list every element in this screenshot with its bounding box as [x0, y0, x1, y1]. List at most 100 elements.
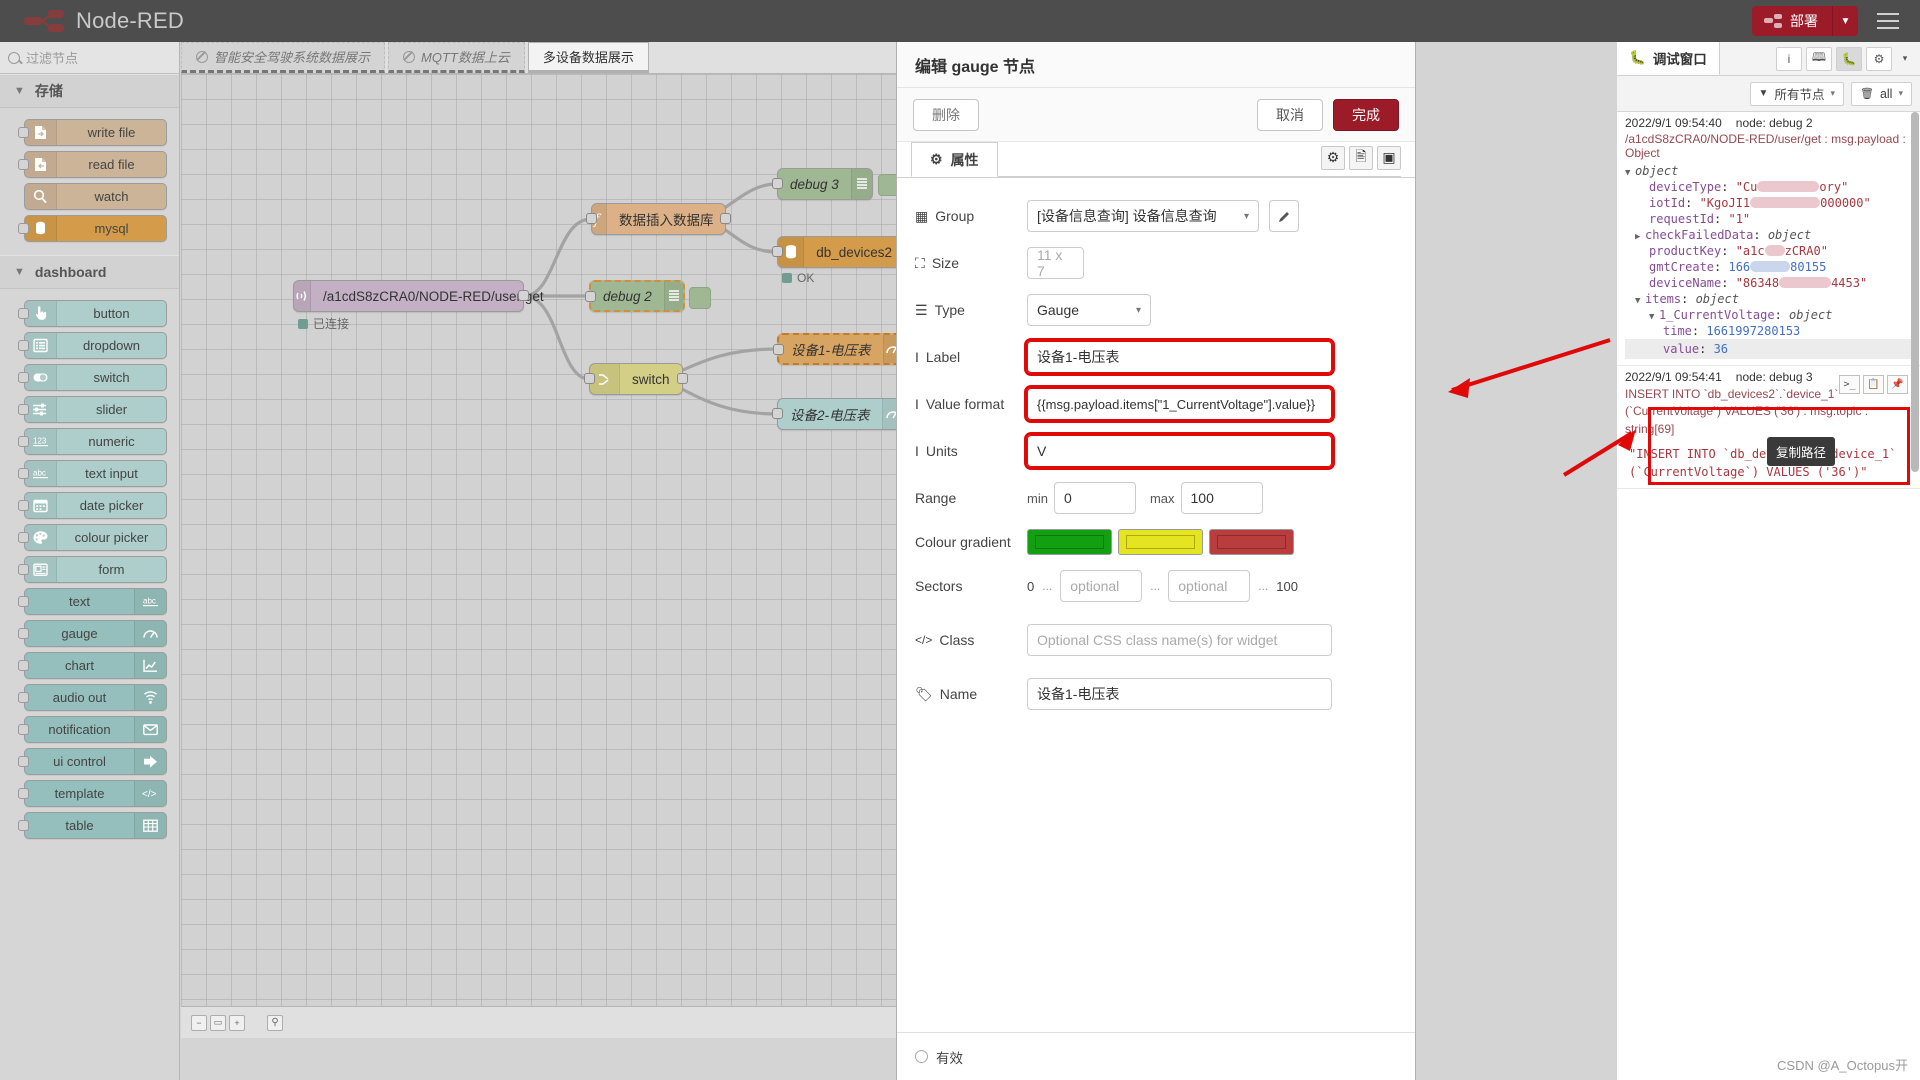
range-min-input[interactable]: 0: [1053, 482, 1136, 514]
main-menu-button[interactable]: [1866, 3, 1910, 39]
debug-object-row[interactable]: gmtCreate: 166 80155: [1625, 259, 1912, 275]
collapse-triangle-icon[interactable]: ▼: [1649, 312, 1659, 322]
flow-node-debug-3[interactable]: debug 3: [772, 168, 896, 200]
flow-tab-1[interactable]: MQTT数据上云: [388, 42, 525, 73]
debug-message[interactable]: 2022/9/1 09:54:40 node: debug 2 /a1cdS8z…: [1617, 112, 1920, 394]
node-port[interactable]: [18, 820, 29, 831]
palette-node-button[interactable]: button: [18, 300, 167, 327]
palette-category-header[interactable]: ▼ dashboard: [0, 255, 179, 289]
flow-canvas[interactable]: /a1cdS8zCRA0/NODE-RED/user/get 已连接 f 数据插…: [181, 74, 896, 1006]
debug-object-row[interactable]: iotId: "KgoJI1 000000": [1625, 195, 1912, 211]
gradient-swatch-0[interactable]: [1027, 529, 1112, 555]
node-port[interactable]: [18, 468, 29, 479]
palette-node-mysql[interactable]: mysql: [18, 215, 167, 242]
zoom-out-button[interactable]: −: [191, 1014, 207, 1031]
palette-node-gauge[interactable]: gauge: [18, 620, 167, 647]
tab-debug-window[interactable]: 🐛 调试窗口: [1617, 42, 1720, 75]
navigator-controls[interactable]: − ▭ +: [191, 1014, 245, 1031]
node-port[interactable]: [18, 404, 29, 415]
debug-object-row[interactable]: requestId: "1": [1625, 211, 1912, 227]
expand-triangle-icon[interactable]: ▶: [1635, 232, 1645, 242]
palette-node-text[interactable]: text abc: [18, 588, 167, 615]
deploy-dropdown-caret[interactable]: ▼: [1832, 6, 1858, 36]
palette-node-template[interactable]: template </>: [18, 780, 167, 807]
node-port[interactable]: [18, 340, 29, 351]
node-port[interactable]: [18, 756, 29, 767]
expand-triangle-icon[interactable]: ▼: [1625, 168, 1635, 178]
node-input-port[interactable]: [586, 213, 597, 224]
node-port[interactable]: [18, 500, 29, 511]
debug-toggle-button[interactable]: [878, 174, 896, 196]
node-port[interactable]: [18, 596, 29, 607]
debug-object-row[interactable]: ▶ checkFailedData: object: [1625, 227, 1912, 243]
debug-object-row[interactable]: value: 36: [1625, 339, 1912, 359]
debug-object-root[interactable]: ▼ object: [1625, 163, 1912, 179]
appearance-icon-button[interactable]: ▣: [1377, 145, 1401, 170]
palette-node-dropdown[interactable]: dropdown: [18, 332, 167, 359]
tab-properties[interactable]: ⚙ 属性: [911, 142, 998, 177]
palette-node-colour-picker[interactable]: colour picker: [18, 524, 167, 551]
debug-message[interactable]: 2022/9/1 09:54:41 node: debug 3 INSERT I…: [1617, 366, 1920, 490]
help-tab-button[interactable]: 🕮: [1806, 46, 1832, 71]
collapse-triangle-icon[interactable]: ▼: [1635, 296, 1645, 306]
node-port[interactable]: [18, 628, 29, 639]
palette-category-header[interactable]: ▼ 存储: [0, 74, 179, 108]
size-input[interactable]: 11 x 7: [1027, 247, 1084, 279]
done-button[interactable]: 完成: [1333, 98, 1399, 131]
debug-object-row[interactable]: ▼ items: object: [1625, 291, 1912, 307]
node-input-port[interactable]: [584, 373, 595, 384]
value-format-input[interactable]: {{msg.payload.items["1_CurrentVoltage"].…: [1024, 385, 1335, 423]
settings-icon-button[interactable]: ⚙: [1321, 145, 1345, 170]
node-input-port[interactable]: [772, 246, 783, 257]
gradient-swatch-1[interactable]: [1118, 529, 1203, 555]
node-output-port[interactable]: [720, 213, 731, 224]
flow-node-gauge-device1[interactable]: 设备1-电压表: [773, 333, 896, 365]
deploy-button[interactable]: 部署: [1752, 6, 1832, 36]
clear-log-button[interactable]: 🗑 all ▾: [1850, 81, 1912, 106]
flow-node-debug-2[interactable]: debug 2: [585, 280, 711, 312]
palette-node-notification[interactable]: notification: [18, 716, 167, 743]
palette-node-ui-control[interactable]: ui control: [18, 748, 167, 775]
palette-node-numeric[interactable]: 123 numeric: [18, 428, 167, 455]
class-input[interactable]: Optional CSS class name(s) for widget: [1027, 624, 1332, 656]
sidebar-more-caret[interactable]: ▾: [1896, 53, 1914, 64]
node-input-port[interactable]: [585, 291, 596, 302]
node-input-port[interactable]: [772, 408, 783, 419]
node-output-port[interactable]: [518, 290, 529, 301]
debug-object-row[interactable]: deviceType: "Cu ory": [1625, 179, 1912, 195]
palette-scroll-area[interactable]: ▼ 存储 write file read file watch mysql ▼ dashboa…: [0, 74, 179, 1080]
palette-node-date-picker[interactable]: date picker: [18, 492, 167, 519]
palette-node-read-file[interactable]: read file: [18, 151, 167, 178]
zoom-in-button[interactable]: +: [229, 1014, 245, 1031]
enabled-toggle-icon[interactable]: [915, 1050, 928, 1063]
flow-node-function[interactable]: f 数据插入数据库: [586, 203, 731, 235]
flow-node-switch[interactable]: switch: [584, 363, 688, 395]
node-output-port[interactable]: [677, 373, 688, 384]
node-port[interactable]: [18, 223, 29, 234]
palette-node-write-file[interactable]: write file: [18, 119, 167, 146]
palette-node-audio-out[interactable]: audio out: [18, 684, 167, 711]
debug-object-row[interactable]: productKey: "a1c zCRA0": [1625, 243, 1912, 259]
filter-nodes-button[interactable]: ▼ 所有节点 ▾: [1749, 81, 1844, 106]
palette-search-box[interactable]: 过滤节点: [0, 42, 179, 74]
node-port[interactable]: [18, 564, 29, 575]
node-port[interactable]: [18, 372, 29, 383]
zoom-reset-button[interactable]: ▭: [210, 1014, 226, 1031]
debug-toggle-button[interactable]: [689, 287, 711, 309]
type-select[interactable]: Gauge ▾: [1027, 294, 1151, 326]
debug-message-list[interactable]: 2022/9/1 09:54:40 node: debug 2 /a1cdS8z…: [1617, 112, 1920, 1080]
palette-node-table[interactable]: table: [18, 812, 167, 839]
debug-object-row[interactable]: deviceName: "86348 4453": [1625, 275, 1912, 291]
node-port[interactable]: [18, 532, 29, 543]
name-input[interactable]: 设备1-电压表: [1027, 678, 1332, 710]
node-port[interactable]: [18, 660, 29, 671]
sectors-optional-2-input[interactable]: optional: [1168, 570, 1251, 602]
node-port[interactable]: [18, 308, 29, 319]
debug-object-row[interactable]: ▼ 1_CurrentVoltage: object: [1625, 307, 1912, 323]
units-input[interactable]: V: [1024, 432, 1335, 470]
palette-node-switch[interactable]: switch: [18, 364, 167, 391]
palette-node-form[interactable]: form: [18, 556, 167, 583]
flow-node-mqtt-in[interactable]: /a1cdS8zCRA0/NODE-RED/user/get 已连接: [293, 280, 544, 331]
debug-scrollbar[interactable]: [1911, 112, 1919, 472]
palette-node-watch[interactable]: watch: [24, 183, 167, 210]
